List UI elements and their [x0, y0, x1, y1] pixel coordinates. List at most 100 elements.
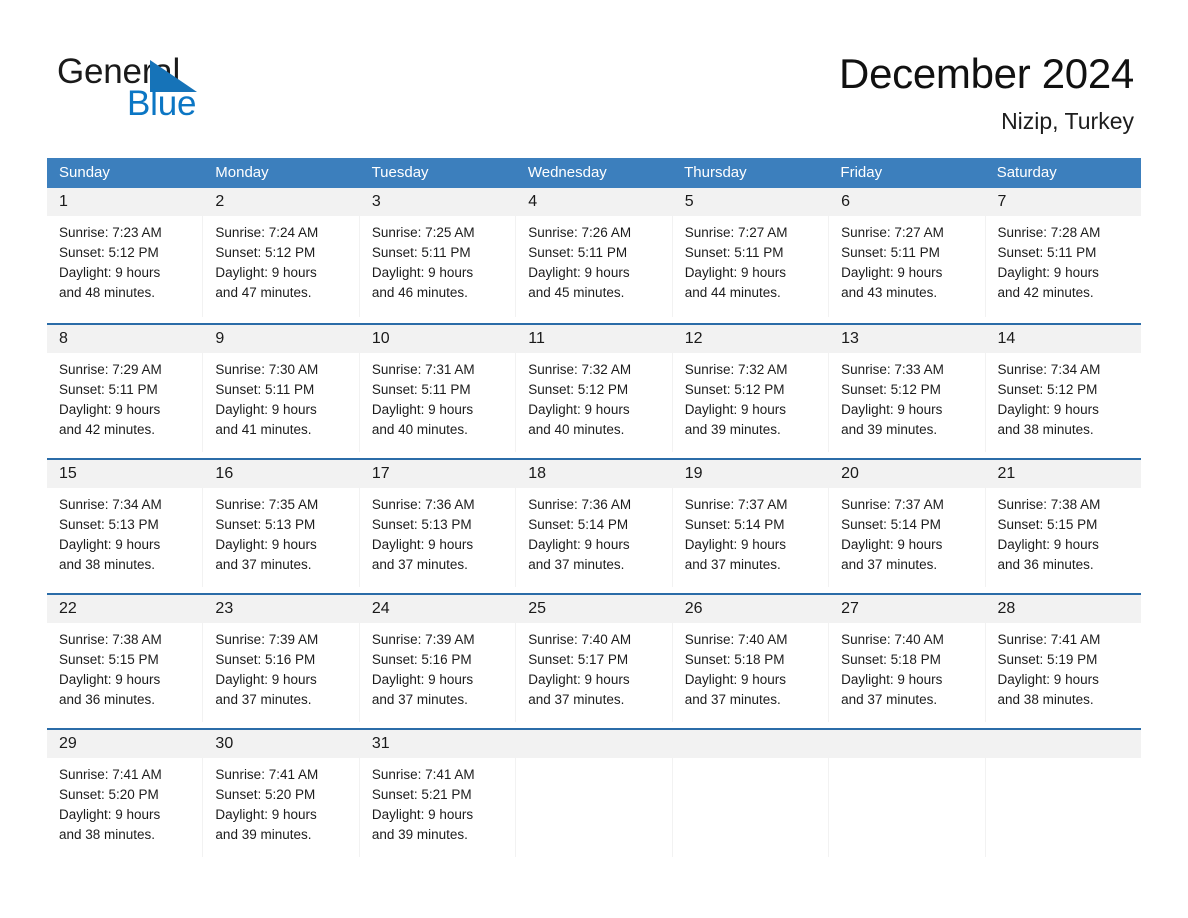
calendar-day-cell[interactable]: 5 Sunrise: 7:27 AM Sunset: 5:11 PM Daylight…: [672, 188, 830, 317]
sunset-time: Sunset: 5:18 PM: [841, 652, 941, 667]
calendar-day-cell[interactable]: 11 Sunrise: 7:32 AM Sunset: 5:12 PM Dayligh…: [516, 325, 673, 452]
sunset-time: Sunset: 5:11 PM: [371, 382, 471, 397]
calendar-day-cell[interactable]: 13 Sunrise: 7:33 AM Sunset: 5:12 PM Dayligh…: [829, 325, 986, 452]
sunrise-time: Sunrise: 7:24 AM: [215, 225, 319, 240]
daylight-duration-line2: and 37 minutes.: [684, 557, 781, 572]
brand-logo[interactable]: General Blue: [57, 52, 317, 132]
sunrise-time: Sunrise: 7:40 AM: [684, 632, 788, 647]
day-number: 1: [59, 193, 68, 210]
day-details: Sunrise: 7:41 AM Sunset: 5:19 PM Daylight:…: [986, 623, 1141, 710]
daylight-duration-line1: Daylight: 9 hours: [528, 672, 630, 687]
calendar-day-cell[interactable]: 9 Sunrise: 7:30 AM Sunset: 5:11 PM Daylight…: [203, 325, 360, 452]
daylight-duration-line1: Daylight: 9 hours: [215, 402, 317, 417]
day-number: 8: [59, 330, 68, 347]
calendar-day-cell[interactable]: 15 Sunrise: 7:34 AM Sunset: 5:13 PM Dayligh…: [47, 460, 204, 587]
calendar-day-cell[interactable]: 21 Sunrise: 7:38 AM Sunset: 5:15 PM Dayligh…: [985, 460, 1141, 587]
sunrise-time: Sunrise: 7:37 AM: [841, 497, 944, 512]
day-details: [516, 758, 671, 765]
sunrise-time: Sunrise: 7:27 AM: [841, 225, 944, 240]
sunset-time: Sunset: 5:13 PM: [59, 517, 159, 532]
day-details: Sunrise: 7:39 AM Sunset: 5:16 PM Daylight:…: [360, 623, 515, 710]
sunset-time: Sunset: 5:15 PM: [997, 517, 1098, 532]
calendar-day-cell[interactable]: 2 Sunrise: 7:24 AM Sunset: 5:12 PM Daylight…: [203, 188, 360, 317]
calendar-day-cell[interactable]: 16 Sunrise: 7:35 AM Sunset: 5:13 PM Dayligh…: [203, 460, 360, 587]
day-number-band: 22: [47, 595, 203, 623]
day-details: Sunrise: 7:37 AM Sunset: 5:14 PM Daylight:…: [829, 488, 984, 575]
daylight-duration-line1: Daylight: 9 hours: [684, 402, 786, 417]
calendar-day-cell[interactable]: 6 Sunrise: 7:27 AM Sunset: 5:11 PM Daylight…: [829, 188, 986, 317]
daylight-duration-line2: and 43 minutes.: [841, 285, 938, 300]
daylight-duration-line1: Daylight: 9 hours: [684, 672, 786, 687]
calendar-day-cell[interactable]: 10 Sunrise: 7:31 AM Sunset: 5:11 PM Dayligh…: [359, 325, 517, 452]
calendar-day-cell[interactable]: 17 Sunrise: 7:36 AM Sunset: 5:13 PM Dayligh…: [359, 460, 517, 587]
day-number-band: 21: [985, 460, 1141, 488]
day-details: Sunrise: 7:38 AM Sunset: 5:15 PM Daylight:…: [47, 623, 202, 710]
day-number-band: 7: [985, 188, 1141, 216]
daylight-duration-line1: Daylight: 9 hours: [841, 265, 943, 280]
calendar-day-cell[interactable]: 18 Sunrise: 7:36 AM Sunset: 5:14 PM Dayligh…: [516, 460, 673, 587]
dow-header-monday: Monday: [215, 164, 269, 181]
daylight-duration-line2: and 37 minutes.: [841, 557, 938, 572]
day-number: 27: [841, 600, 859, 617]
day-number: 19: [684, 465, 703, 482]
daylight-duration-line1: Daylight: 9 hours: [841, 402, 943, 417]
daylight-duration-line1: Daylight: 9 hours: [59, 807, 161, 822]
sunset-time: Sunset: 5:16 PM: [215, 652, 316, 667]
day-details: Sunrise: 7:38 AM Sunset: 5:15 PM Daylight:…: [986, 488, 1141, 575]
day-details: Sunrise: 7:37 AM Sunset: 5:14 PM Daylight:…: [673, 488, 828, 575]
daylight-duration-line2: and 38 minutes.: [997, 422, 1094, 437]
day-number-band: 28: [985, 595, 1141, 623]
sunset-time: Sunset: 5:20 PM: [59, 787, 159, 802]
calendar-day-cell[interactable]: 22 Sunrise: 7:38 AM Sunset: 5:15 PM Dayligh…: [47, 595, 204, 722]
sunset-time: Sunset: 5:11 PM: [371, 245, 471, 260]
calendar-day-cell[interactable]: 28 Sunrise: 7:41 AM Sunset: 5:19 PM Dayligh…: [985, 595, 1141, 722]
sunset-time: Sunset: 5:12 PM: [528, 382, 629, 397]
calendar-week-row: 1 Sunrise: 7:23 AM Sunset: 5:12 PM Daylight…: [47, 188, 1141, 317]
day-details: Sunrise: 7:41 AM Sunset: 5:20 PM Daylight:…: [203, 758, 358, 845]
calendar-day-cell[interactable]: 23 Sunrise: 7:39 AM Sunset: 5:16 PM Dayligh…: [203, 595, 360, 722]
calendar-day-cell[interactable]: 3 Sunrise: 7:25 AM Sunset: 5:11 PM Daylight…: [359, 188, 517, 317]
calendar-day-cell[interactable]: 26 Sunrise: 7:40 AM Sunset: 5:18 PM Dayligh…: [672, 595, 830, 722]
calendar-day-cell[interactable]: 1 Sunrise: 7:23 AM Sunset: 5:12 PM Daylight…: [47, 188, 204, 317]
day-of-week-header-row: Sunday Monday Tuesday Wednesday Thursday…: [47, 158, 1141, 188]
calendar-day-cell[interactable]: 8 Sunrise: 7:29 AM Sunset: 5:11 PM Daylight…: [47, 325, 204, 452]
calendar-day-cell[interactable]: 19 Sunrise: 7:37 AM Sunset: 5:14 PM Dayligh…: [672, 460, 830, 587]
day-number-band: 15: [47, 460, 203, 488]
calendar-day-cell[interactable]: 25 Sunrise: 7:40 AM Sunset: 5:17 PM Dayligh…: [516, 595, 673, 722]
sunrise-time: Sunrise: 7:23 AM: [59, 225, 162, 240]
page-title: December 2024: [839, 50, 1134, 97]
calendar-day-cell-empty: [516, 730, 673, 857]
day-details: Sunrise: 7:35 AM Sunset: 5:13 PM Daylight:…: [203, 488, 358, 575]
sunset-time: Sunset: 5:14 PM: [841, 517, 941, 532]
daylight-duration-line2: and 38 minutes.: [59, 827, 156, 842]
daylight-duration-line1: Daylight: 9 hours: [215, 265, 317, 280]
calendar-day-cell[interactable]: 7 Sunrise: 7:28 AM Sunset: 5:11 PM Daylight…: [985, 188, 1141, 317]
daylight-duration-line1: Daylight: 9 hours: [371, 807, 474, 822]
calendar-day-cell[interactable]: 27 Sunrise: 7:40 AM Sunset: 5:18 PM Dayligh…: [829, 595, 986, 722]
calendar-day-cell[interactable]: 14 Sunrise: 7:34 AM Sunset: 5:12 PM Dayligh…: [985, 325, 1141, 452]
daylight-duration-line1: Daylight: 9 hours: [841, 537, 943, 552]
day-details: Sunrise: 7:29 AM Sunset: 5:11 PM Daylight:…: [47, 353, 202, 440]
daylight-duration-line2: and 47 minutes.: [215, 285, 312, 300]
day-number-band: 4: [516, 188, 672, 216]
calendar-day-cell[interactable]: 30 Sunrise: 7:41 AM Sunset: 5:20 PM Dayligh…: [203, 730, 360, 857]
calendar-day-cell[interactable]: 12 Sunrise: 7:32 AM Sunset: 5:12 PM Dayligh…: [672, 325, 830, 452]
daylight-duration-line2: and 39 minutes.: [215, 827, 312, 842]
day-number: 31: [371, 735, 390, 752]
sunset-time: Sunset: 5:12 PM: [684, 382, 785, 397]
day-number-band: 26: [672, 595, 829, 623]
calendar-day-cell[interactable]: 20 Sunrise: 7:37 AM Sunset: 5:14 PM Dayligh…: [829, 460, 986, 587]
calendar-day-cell[interactable]: 29 Sunrise: 7:41 AM Sunset: 5:20 PM Dayligh…: [47, 730, 204, 857]
calendar-page: General Blue December 2024 Nizip, Turkey…: [0, 0, 1188, 918]
dow-header-wednesday: Wednesday: [527, 164, 607, 181]
calendar-week-row: 15 Sunrise: 7:34 AM Sunset: 5:13 PM Dayligh…: [47, 458, 1141, 587]
dow-header-sunday: Sunday: [59, 164, 110, 181]
daylight-duration-line2: and 40 minutes.: [371, 422, 468, 437]
daylight-duration-line2: and 38 minutes.: [59, 557, 156, 572]
calendar-day-cell[interactable]: 31 Sunrise: 7:41 AM Sunset: 5:21 PM Dayligh…: [359, 730, 517, 857]
day-details: Sunrise: 7:36 AM Sunset: 5:13 PM Daylight:…: [360, 488, 515, 575]
sunrise-time: Sunrise: 7:34 AM: [997, 362, 1101, 377]
calendar-day-cell[interactable]: 4 Sunrise: 7:26 AM Sunset: 5:11 PM Daylight…: [516, 188, 673, 317]
sunrise-time: Sunrise: 7:31 AM: [371, 362, 475, 377]
calendar-day-cell[interactable]: 24 Sunrise: 7:39 AM Sunset: 5:16 PM Dayligh…: [359, 595, 517, 722]
